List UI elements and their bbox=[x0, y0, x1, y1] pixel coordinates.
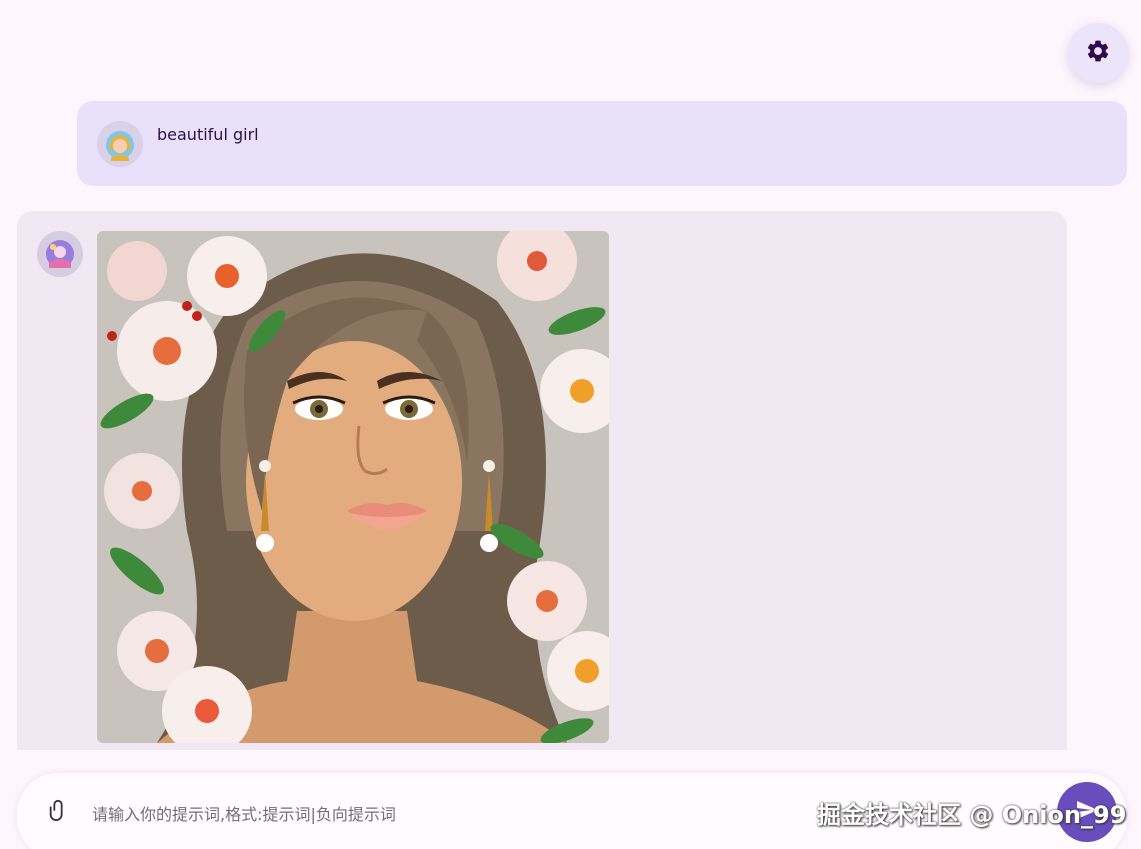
message-composer bbox=[17, 773, 1127, 849]
user-avatar bbox=[97, 121, 143, 167]
attach-button[interactable] bbox=[43, 797, 73, 827]
prompt-input[interactable] bbox=[92, 799, 792, 829]
settings-button[interactable] bbox=[1068, 23, 1128, 83]
generated-portrait-image[interactable] bbox=[97, 231, 609, 743]
user-message: beautiful girl bbox=[77, 101, 1127, 186]
chat-page: beautiful girl 请输入你的提示词,格式:提示词|负向提示词 掘金技… bbox=[0, 0, 1141, 849]
bot-message bbox=[17, 211, 1067, 750]
send-button[interactable] bbox=[1057, 782, 1117, 842]
user-message-text: beautiful girl bbox=[157, 125, 259, 144]
bot-avatar bbox=[37, 231, 83, 277]
gear-icon bbox=[1085, 38, 1111, 68]
paperclip-icon bbox=[47, 797, 69, 827]
send-icon bbox=[1075, 798, 1099, 826]
